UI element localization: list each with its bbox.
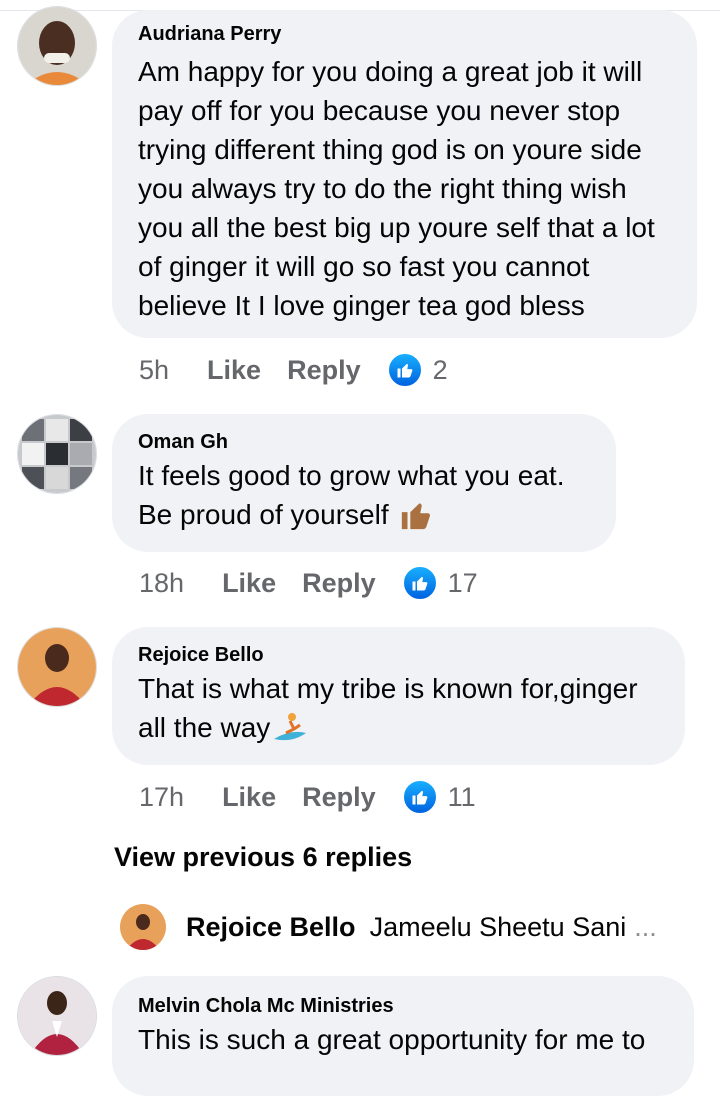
like-button[interactable]: Like — [207, 355, 261, 386]
reply-ellipsis: ... — [634, 911, 657, 942]
comment-line: That is what my tribe is known for,ginge… — [138, 673, 638, 704]
reaction-count: 11 — [447, 781, 476, 812]
comment-line: you all the best big up youre self that … — [138, 212, 655, 243]
comment-line: It feels good to grow what you eat. — [138, 460, 565, 491]
avatar[interactable] — [120, 904, 166, 950]
reply-button[interactable]: Reply — [302, 782, 376, 813]
reaction-count: 2 — [432, 354, 448, 385]
comment-bubble: Rejoice Bello That is what my tribe is k… — [112, 627, 685, 765]
comment-line: you always try to do the right thing wis… — [138, 173, 627, 204]
comment-author[interactable]: Oman Gh — [138, 430, 590, 454]
comment-author[interactable]: Melvin Chola Mc Ministries — [138, 994, 668, 1018]
comment-actions: 18h Like Reply 17 — [139, 563, 478, 603]
reply-text: Jameelu Sheetu Sani — [369, 911, 627, 942]
reaction-summary[interactable]: 2 — [386, 352, 448, 388]
thumbs-up-icon — [401, 779, 438, 815]
surfer-emoji-icon — [272, 711, 308, 745]
comment-line: all the way — [138, 708, 659, 747]
reaction-count: 17 — [447, 567, 478, 598]
thumbs-up-emoji-icon — [399, 498, 433, 532]
comment-bubble: Melvin Chola Mc Ministries This is such … — [112, 976, 694, 1096]
comment-bubble: Audriana Perry Am happy for you doing a … — [112, 10, 697, 338]
comment-text: That is what my tribe is known for,ginge… — [138, 669, 659, 747]
comment-line: This is such a great opportunity for me … — [138, 1024, 646, 1055]
comment-timestamp[interactable]: 5h — [139, 355, 169, 386]
comment-bubble: Oman Gh It feels good to grow what you e… — [112, 414, 616, 552]
comment-line: Am happy for you doing a great job it wi… — [138, 56, 643, 87]
avatar[interactable] — [17, 414, 97, 494]
reply-preview[interactable]: Rejoice Bello Jameelu Sheetu Sani ... — [120, 904, 657, 950]
comment-line: Be proud of yourself — [138, 495, 590, 534]
comment-line: trying different thing god is on youre s… — [138, 134, 642, 165]
reaction-summary[interactable]: 11 — [401, 779, 476, 815]
comment-timestamp[interactable]: 18h — [139, 568, 184, 599]
reply-button[interactable]: Reply — [287, 355, 361, 386]
comment-line-text: all the way — [138, 712, 271, 743]
like-button[interactable]: Like — [222, 782, 276, 813]
comment-text: It feels good to grow what you eat. Be p… — [138, 456, 590, 534]
avatar[interactable] — [17, 976, 97, 1056]
view-previous-replies-link[interactable]: View previous 6 replies — [114, 842, 412, 873]
comment-line-text: Be proud of yourself — [138, 499, 389, 530]
comment-actions: 5h Like Reply 2 — [139, 350, 448, 390]
avatar[interactable] — [17, 627, 97, 707]
like-button[interactable]: Like — [222, 568, 276, 599]
reply-button[interactable]: Reply — [302, 568, 376, 599]
reply-author[interactable]: Rejoice Bello — [186, 912, 356, 943]
comment-line: pay off for you because you never stop — [138, 95, 621, 126]
thumbs-up-icon — [386, 352, 423, 388]
comment-actions: 17h Like Reply 11 — [139, 777, 476, 817]
comment-timestamp[interactable]: 17h — [139, 782, 184, 813]
comment-author[interactable]: Audriana Perry — [138, 22, 671, 46]
comment-author[interactable]: Rejoice Bello — [138, 643, 659, 667]
comment-line: believe It I love ginger tea god bless — [138, 290, 585, 321]
comment-text: This is such a great opportunity for me … — [138, 1020, 668, 1059]
comment-line: of ginger it will go so fast you cannot — [138, 251, 590, 282]
avatar[interactable] — [17, 6, 97, 86]
comment-text: Am happy for you doing a great job it wi… — [138, 52, 671, 325]
thumbs-up-icon — [401, 565, 438, 601]
reaction-summary[interactable]: 17 — [401, 565, 478, 601]
